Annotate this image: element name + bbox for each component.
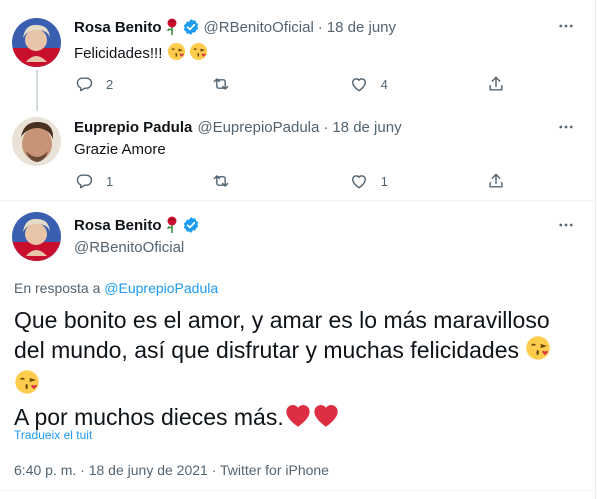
tweet-timestamp: 6:40 p. m. · 18 de juny de 2021 · Twitte… (14, 462, 329, 478)
rose-icon (165, 216, 179, 234)
like-count: 1 (380, 173, 388, 189)
share-icon (489, 173, 503, 188)
author-name[interactable]: Euprepio Padula (74, 119, 192, 136)
tweet-date[interactable]: 18 de juny (327, 19, 396, 36)
share-button[interactable] (486, 169, 506, 193)
tweet-line: del mundo, así que disfrutar y muchas fe… (14, 337, 519, 363)
more-options-icon[interactable] (554, 115, 578, 139)
divider (0, 490, 596, 491)
heart-outline-icon (351, 78, 366, 92)
tweet-header: Rosa Benito @RBenitoOficial · 18 de juny (74, 18, 396, 36)
rose-icon (165, 18, 179, 36)
main-tweet-text: Que bonito es el amor, y amar es lo más … (14, 305, 584, 435)
separator-dot: · (317, 18, 323, 36)
author-handle[interactable]: @EuprepioPadula (197, 119, 319, 136)
reply-icon (76, 77, 93, 92)
author-name[interactable]: Rosa Benito (74, 217, 162, 234)
more-options-icon[interactable] (554, 14, 578, 38)
tweet-euprepio-reply[interactable]: Euprepio Padula @EuprepioPadula · 18 de … (0, 101, 596, 201)
tweet-text: Felicidades!!! (74, 42, 208, 65)
tweet-source[interactable]: Twitter for iPhone (220, 462, 329, 478)
verified-badge-icon (182, 18, 200, 36)
tweet-emoji-line (14, 368, 584, 401)
verified-badge-icon (182, 216, 200, 234)
tweet-header: Euprepio Padula @EuprepioPadula · 18 de … (74, 119, 402, 136)
avatar-rosa[interactable] (12, 212, 61, 261)
reply-button[interactable]: 2 (74, 72, 134, 96)
separator-dot: · (211, 462, 221, 478)
author-handle[interactable]: @RBenitoOficial (204, 19, 314, 36)
reply-count: 1 (106, 173, 114, 189)
kissing-face-emoji-icon (525, 335, 551, 368)
avatar-euprepio[interactable] (12, 117, 61, 166)
tweet-text-content: Felicidades!!! (74, 45, 163, 62)
tweet-text: Grazie Amore (74, 141, 166, 158)
share-button[interactable] (486, 72, 506, 96)
like-button[interactable]: 4 (349, 72, 409, 96)
kissing-face-emoji-icon (14, 369, 40, 402)
tweet-thread: Rosa Benito @RBenitoOficial · 18 de juny… (0, 0, 596, 499)
author-handle[interactable]: @RBenitoOficial (74, 239, 184, 256)
tweet-date[interactable]: 18 de juny (332, 119, 401, 136)
more-options-icon[interactable] (554, 213, 578, 237)
tweet-rosa-reply[interactable]: Rosa Benito @RBenitoOficial · 18 de juny… (0, 0, 596, 110)
reply-button[interactable]: 1 (74, 169, 134, 193)
tweet-line: A por muchos dieces más. (14, 403, 284, 430)
tweet-text-content: Grazie Amore (74, 141, 166, 158)
translate-tweet-link[interactable]: Tradueix el tuit (14, 428, 92, 442)
retweet-button[interactable] (211, 72, 271, 96)
tweet-line-with-hearts: A por muchos dieces más. (14, 402, 584, 435)
tweet-actions: 2 4 (74, 72, 506, 96)
avatar-rosa[interactable] (12, 18, 61, 67)
tweet-time[interactable]: 6:40 p. m. (14, 462, 76, 478)
tweet-full-date[interactable]: 18 de juny de 2021 (89, 462, 208, 478)
heart-outline-icon (351, 175, 366, 189)
author-name[interactable]: Rosa Benito (74, 19, 162, 36)
red-heart-emoji-icon (312, 402, 340, 435)
retweet-icon (213, 175, 229, 187)
reply-count: 2 (106, 76, 114, 92)
reply-icon (76, 174, 93, 189)
tweet-line: Que bonito es el amor, y amar es lo más … (14, 307, 550, 333)
kissing-face-emoji-icon (167, 42, 186, 65)
thread-line (36, 101, 38, 111)
tweet-line-with-emoji: del mundo, así que disfrutar y muchas fe… (14, 335, 584, 368)
like-button[interactable]: 1 (349, 169, 409, 193)
replying-to-prefix: En resposta a (14, 280, 101, 296)
tweet-handle-row: @RBenitoOficial (74, 239, 184, 256)
like-count: 4 (380, 76, 388, 92)
tweet-actions: 1 1 (74, 169, 506, 193)
retweet-button[interactable] (211, 169, 271, 193)
kissing-face-emoji-icon (189, 42, 208, 65)
separator-dot: · (323, 119, 329, 136)
replying-to: En resposta a @EuprepioPadula (14, 280, 218, 296)
replying-to-handle-link[interactable]: @EuprepioPadula (104, 280, 218, 296)
tweet-header: Rosa Benito (74, 216, 204, 234)
separator-dot: · (80, 462, 89, 478)
share-icon (489, 76, 503, 91)
red-heart-emoji-icon (284, 402, 312, 435)
retweet-icon (213, 78, 229, 90)
